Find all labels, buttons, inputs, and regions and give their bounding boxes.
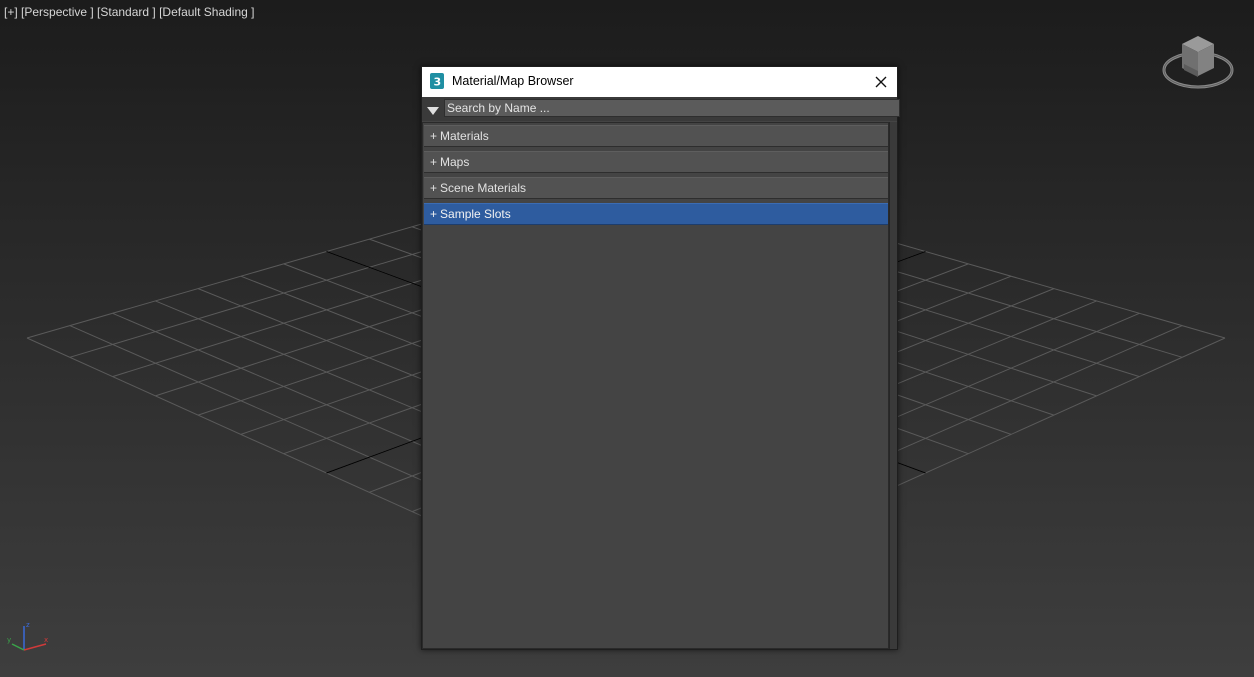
dialog-title: Material/Map Browser: [452, 74, 574, 88]
expand-icon[interactable]: +: [430, 129, 437, 143]
axis-tripod-icon: z x y: [4, 618, 54, 663]
group-label: Materials: [440, 129, 489, 143]
group-row-sample-slots[interactable]: + Sample Slots: [424, 203, 888, 225]
material-map-browser-dialog: 3 Material/Map Browser +Materials+Maps+S…: [421, 66, 900, 650]
svg-text:x: x: [44, 636, 48, 644]
browser-list[interactable]: + Materials + Maps + Scene Materials + Sample S…: [422, 122, 889, 649]
expand-icon[interactable]: +: [430, 207, 437, 221]
svg-text:3: 3: [434, 76, 442, 89]
search-row: [422, 97, 900, 121]
group-label: Scene Materials: [440, 181, 527, 195]
group-row-maps[interactable]: + Maps: [424, 151, 888, 173]
scrollbar[interactable]: [889, 122, 897, 649]
triangle-down-icon[interactable]: [426, 103, 440, 115]
viewcube-icon[interactable]: [1160, 30, 1236, 99]
3ds-max-icon: 3: [430, 73, 444, 89]
group-row-materials[interactable]: + Materials: [424, 125, 888, 147]
expand-icon[interactable]: +: [430, 181, 437, 195]
dialog-titlebar[interactable]: 3 Material/Map Browser: [422, 67, 897, 97]
group-label: Sample Slots: [440, 207, 511, 221]
group-label: Maps: [440, 155, 470, 169]
close-icon: [875, 76, 887, 88]
group-row-scene-materials[interactable]: + Scene Materials: [424, 177, 888, 199]
expand-icon[interactable]: +: [430, 155, 437, 169]
search-input[interactable]: [444, 99, 900, 117]
svg-text:z: z: [26, 621, 30, 629]
svg-text:y: y: [7, 636, 11, 644]
close-button[interactable]: [871, 72, 891, 92]
viewport-label[interactable]: [+] [Perspective ] [Standard ] [Default …: [4, 5, 254, 19]
